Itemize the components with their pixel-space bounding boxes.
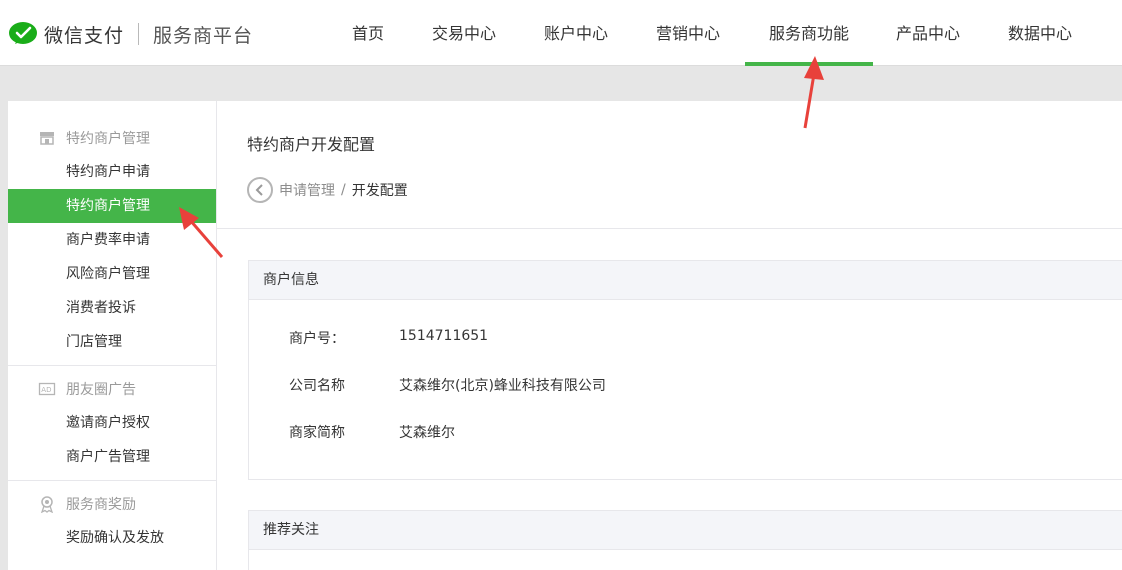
store-icon: [40, 132, 54, 145]
wechat-pay-logo-icon: [9, 22, 37, 44]
merchant-info-panel: 商户信息 商户号： 1514711651 公司名称 艾森维尔(北京)蜂业科技有限…: [248, 260, 1122, 480]
logo[interactable]: 微信支付 服务商平台: [8, 20, 253, 48]
content-divider: [217, 228, 1122, 229]
brand-name: 微信支付: [44, 24, 125, 47]
logo-divider: [138, 23, 140, 45]
sidebar-item-reward-confirm[interactable]: 奖励确认及发放: [8, 521, 216, 555]
company-name-label: 公司名称: [289, 378, 345, 394]
svg-text:AD: AD: [41, 386, 51, 394]
chevron-left-icon: [255, 184, 263, 196]
company-name-value: 艾森维尔(北京)蜂业科技有限公司: [399, 378, 606, 394]
merchant-short-name-value: 艾森维尔: [399, 425, 455, 441]
merchant-id-row: 商户号： 1514711651: [289, 328, 488, 348]
nav-product-center[interactable]: 产品中心: [895, 0, 961, 66]
sidebar-divider: [8, 365, 216, 366]
recommend-panel: 推荐关注: [248, 510, 1122, 570]
nav-account-center[interactable]: 账户中心: [543, 0, 609, 66]
sidebar-item-store-management[interactable]: 门店管理: [8, 325, 216, 359]
sidebar-divider: [8, 480, 216, 481]
breadcrumb-separator: /: [341, 182, 346, 198]
breadcrumb-parent-link[interactable]: 申请管理: [279, 180, 335, 200]
sidebar-group-provider-rewards: 服务商奖励: [8, 489, 216, 519]
breadcrumb: 申请管理 / 开发配置: [247, 177, 408, 203]
merchant-short-name-label: 商家简称: [289, 425, 345, 441]
sidebar-item-merchant-management[interactable]: 特约商户管理: [8, 189, 216, 223]
sidebar-group-title: 朋友圈广告: [66, 382, 136, 398]
breadcrumb-current: 开发配置: [351, 183, 408, 199]
nav-trade-center[interactable]: 交易中心: [431, 0, 497, 66]
merchant-id-label: 商户号：: [289, 331, 345, 347]
ad-icon: AD: [38, 382, 56, 396]
sidebar-item-risk-merchant[interactable]: 风险商户管理: [8, 257, 216, 291]
nav-home[interactable]: 首页: [350, 0, 386, 66]
sidebar: 特约商户管理 特约商户申请 特约商户管理 商户费率申请 风险商户管理 消费者投诉…: [8, 101, 216, 570]
sidebar-item-invite-authorization[interactable]: 邀请商户授权: [8, 406, 216, 440]
platform-name: 服务商平台: [153, 24, 254, 47]
merchant-info-header: 商户信息: [249, 261, 1122, 300]
top-bar: 微信支付 服务商平台 首页 交易中心 账户中心 营销中心 服务商功能 产品中心 …: [0, 0, 1122, 66]
sidebar-item-rate-apply[interactable]: 商户费率申请: [8, 223, 216, 257]
sidebar-item-merchant-apply[interactable]: 特约商户申请: [8, 155, 216, 189]
back-button[interactable]: [247, 177, 273, 203]
sidebar-item-ad-management[interactable]: 商户广告管理: [8, 440, 216, 474]
page-title: 特约商户开发配置: [247, 135, 376, 154]
merchant-short-name-row: 商家简称 艾森维尔: [289, 422, 455, 442]
nav-data-center[interactable]: 数据中心: [1007, 0, 1073, 66]
company-name-row: 公司名称 艾森维尔(北京)蜂业科技有限公司: [289, 375, 606, 395]
merchant-id-value: 1514711651: [399, 328, 489, 344]
sidebar-group-moments-ads: AD 朋友圈广告: [8, 374, 216, 404]
nav-marketing-center[interactable]: 营销中心: [655, 0, 721, 66]
nav-service-provider-functions[interactable]: 服务商功能: [745, 0, 873, 66]
sidebar-group-title: 服务商奖励: [66, 497, 136, 513]
recommend-header: 推荐关注: [249, 511, 1122, 550]
sidebar-item-consumer-complaints[interactable]: 消费者投诉: [8, 291, 216, 325]
main-content: 特约商户开发配置 申请管理 / 开发配置 商户信息 商户号： 151471165…: [216, 101, 1122, 570]
sidebar-group-title: 特约商户管理: [66, 131, 150, 147]
award-icon: [40, 496, 54, 513]
sidebar-group-merchant-management: 特约商户管理: [8, 123, 216, 153]
